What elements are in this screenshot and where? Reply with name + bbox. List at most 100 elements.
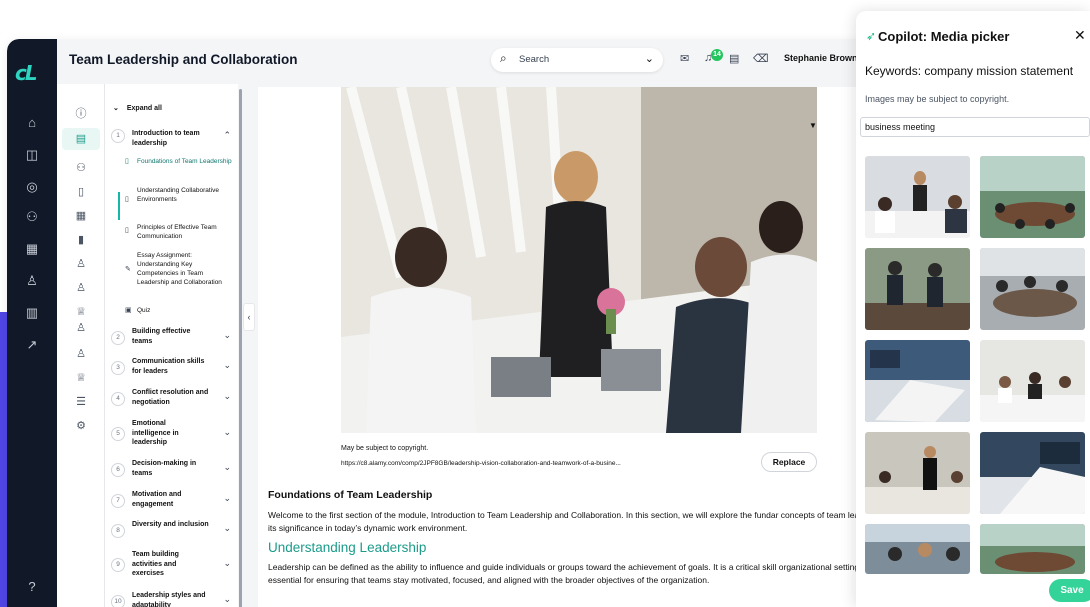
module-title: Diversity and inclusion bbox=[132, 521, 209, 528]
active-lesson-indicator bbox=[118, 192, 120, 220]
chevron-down-icon[interactable]: ⌄ bbox=[223, 391, 231, 402]
module-title: Emotional intelligence in leadership bbox=[132, 420, 179, 446]
media-thumbnail[interactable] bbox=[980, 248, 1085, 330]
thumbnail-image bbox=[980, 524, 1085, 574]
person-tree-icon[interactable]: ♙ bbox=[73, 320, 89, 336]
document-icon: ▯ bbox=[125, 227, 129, 234]
boxes-icon[interactable]: ◫ bbox=[22, 145, 42, 165]
media-thumbnail[interactable] bbox=[980, 524, 1085, 574]
thumbnail-image bbox=[865, 248, 970, 330]
module-title: Leadership styles and adaptability bbox=[132, 592, 206, 607]
profile-icon[interactable]: ♙ bbox=[73, 346, 89, 362]
chevron-down-icon[interactable]: ⌄ bbox=[223, 493, 231, 504]
module-title: Team building activities and exercises bbox=[132, 551, 179, 577]
library-icon[interactable]: ▥ bbox=[22, 303, 42, 323]
lesson-image[interactable] bbox=[341, 87, 817, 433]
users-icon[interactable]: ⚇ bbox=[22, 207, 42, 227]
table-icon[interactable]: ▦ bbox=[73, 208, 89, 224]
user-icon[interactable]: ♙ bbox=[22, 271, 42, 291]
module-number: 1 bbox=[111, 129, 125, 143]
user-name[interactable]: Stephanie Brown bbox=[784, 53, 858, 63]
app-logo: cL bbox=[15, 61, 38, 85]
module-number: 9 bbox=[111, 558, 125, 572]
bar-chart-icon[interactable]: ▮ bbox=[73, 232, 89, 248]
module-number: 8 bbox=[111, 524, 125, 538]
home-icon[interactable]: ⌂ bbox=[22, 113, 42, 133]
lesson-title: Foundations of Team Leadership bbox=[137, 158, 232, 165]
image-options-caret[interactable]: ▼ bbox=[809, 121, 817, 130]
grid-icon[interactable]: ▦ bbox=[22, 239, 42, 259]
section-title: Foundations of Team Leadership bbox=[268, 489, 433, 501]
help-icon[interactable]: ? bbox=[22, 577, 42, 597]
award-icon[interactable]: ♕ bbox=[73, 304, 89, 320]
pencil-icon: ✎ bbox=[125, 266, 131, 273]
chevron-down-icon[interactable]: ⌄ bbox=[223, 523, 231, 534]
module-number: 7 bbox=[111, 494, 125, 508]
module-number: 5 bbox=[111, 427, 125, 441]
trash-icon[interactable]: ⌫ bbox=[753, 52, 769, 65]
image-copyright-note: May be subject to copyright. bbox=[341, 445, 429, 452]
module-title: Motivation and engagement bbox=[132, 491, 182, 508]
chevron-up-icon[interactable]: ⌃ bbox=[223, 130, 231, 141]
business-meeting-illustration bbox=[341, 87, 817, 433]
module-title: Decision-making in teams bbox=[132, 460, 197, 477]
settings-group-icon[interactable]: ⚙ bbox=[73, 418, 89, 434]
media-search-input[interactable] bbox=[860, 117, 1090, 137]
thumbnail-image bbox=[865, 524, 970, 574]
chevron-down-icon[interactable]: ⌄ bbox=[223, 594, 231, 605]
page-title: Team Leadership and Collaboration bbox=[69, 52, 298, 67]
chevron-down-icon[interactable]: ⌄ bbox=[223, 558, 231, 569]
module-number: 2 bbox=[111, 331, 125, 345]
media-thumbnail[interactable] bbox=[980, 432, 1085, 514]
media-thumbnail[interactable] bbox=[865, 340, 970, 422]
mail-icon[interactable]: ✉ bbox=[680, 52, 689, 65]
media-thumbnail[interactable] bbox=[865, 432, 970, 514]
analytics-icon[interactable]: ↗ bbox=[22, 335, 42, 355]
document-icon[interactable]: ▯ bbox=[73, 184, 89, 200]
thumbnail-image bbox=[865, 340, 970, 422]
lesson-title: Quiz bbox=[137, 307, 151, 314]
thumbnail-image bbox=[980, 156, 1085, 238]
media-thumbnail[interactable] bbox=[865, 524, 970, 574]
document-icon: ▯ bbox=[125, 196, 129, 203]
media-thumbnail[interactable] bbox=[865, 156, 970, 238]
search-box[interactable]: ⌕ Search ⌄ bbox=[491, 48, 663, 72]
outline-scrollbar[interactable] bbox=[239, 89, 242, 607]
module-title: Building effective teams bbox=[132, 328, 191, 345]
lesson-title: Principles of Effective Team Communicati… bbox=[137, 224, 217, 240]
save-button[interactable]: Save bbox=[1049, 579, 1090, 602]
media-thumbnail[interactable] bbox=[980, 156, 1085, 238]
lesson-content: ▼ May be subject to copyright. https://c… bbox=[258, 87, 907, 607]
chevron-down-icon[interactable]: ⌄ bbox=[223, 330, 231, 341]
module-title: Conflict resolution and negotiation bbox=[132, 389, 209, 406]
collapse-outline-button[interactable]: ‹ bbox=[243, 303, 255, 331]
copilot-copyright-note: Images may be subject to copyright. bbox=[865, 94, 1010, 104]
list-icon[interactable]: ☰ bbox=[73, 394, 89, 410]
module-title: Introduction to team leadership bbox=[132, 130, 200, 147]
copilot-media-picker: ➶ Copilot: Media picker ✕ Keywords: comp… bbox=[856, 11, 1090, 607]
chevron-down-icon[interactable]: ⌄ bbox=[223, 462, 231, 473]
sparkle-icon: ➶ bbox=[866, 29, 877, 43]
expand-all-button[interactable]: ⌄ Expand all bbox=[113, 104, 162, 112]
copilot-keywords: Keywords: company mission statement bbox=[865, 64, 1074, 78]
image-source-link[interactable]: https://c8.alamy.com/comp/2JPF8GB/leader… bbox=[341, 460, 621, 467]
target-icon[interactable]: ◎ bbox=[22, 177, 42, 197]
replace-image-button[interactable]: Replace bbox=[761, 452, 817, 472]
hierarchy-icon[interactable]: ♙ bbox=[73, 256, 89, 272]
course-outline: ⌄ Expand all 1 Introduction to team leade… bbox=[104, 84, 238, 607]
media-thumbnail[interactable] bbox=[865, 248, 970, 330]
trophy-icon[interactable]: ♕ bbox=[73, 370, 89, 386]
group-icon[interactable]: ⚇ bbox=[73, 160, 89, 176]
chevron-down-icon[interactable]: ⌄ bbox=[645, 52, 654, 65]
calendar-icon[interactable]: ▤ bbox=[729, 52, 739, 65]
notification-badge: 14 bbox=[711, 49, 723, 61]
chevron-down-icon[interactable]: ⌄ bbox=[223, 360, 231, 371]
person-icon[interactable]: ♙ bbox=[73, 280, 89, 296]
media-thumbnail[interactable] bbox=[980, 340, 1085, 422]
app-window: cL ⌂ ◫ ◎ ⚇ ▦ ♙ ▥ ↗ ? Team Leadership and… bbox=[7, 39, 907, 607]
outline-icon[interactable]: ▤ bbox=[62, 128, 100, 150]
chevron-down-icon[interactable]: ⌄ bbox=[223, 427, 231, 438]
close-icon[interactable]: ✕ bbox=[1074, 27, 1086, 44]
lesson-title: Essay Assignment: Understanding Key Comp… bbox=[137, 252, 222, 286]
info-icon[interactable]: ⓘ bbox=[73, 106, 89, 122]
